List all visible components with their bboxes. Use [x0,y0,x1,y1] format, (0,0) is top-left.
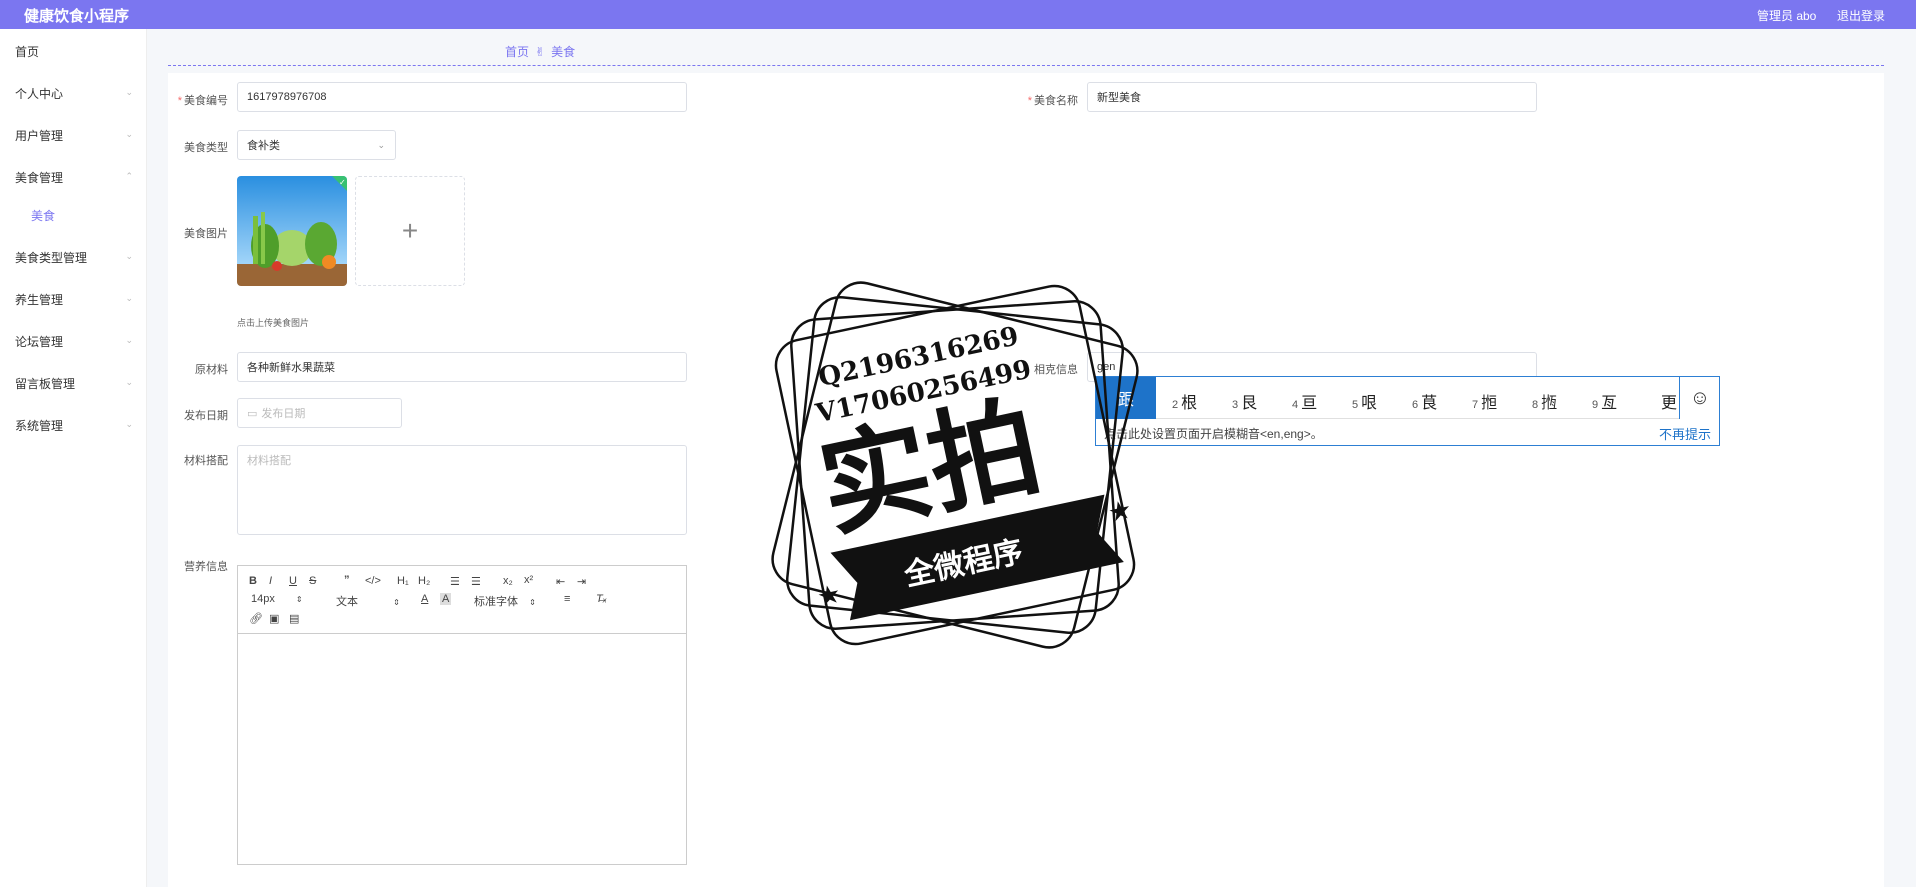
font-family-select[interactable]: 标准字体 ⇕ [474,593,536,609]
pairing-label: 材料搭配 [184,455,228,467]
calendar-icon: ▭ [247,407,258,420]
image-icon[interactable]: ▣ [269,612,279,625]
food-type-label: 美食类型 [184,142,228,154]
nutrition-label: 营养信息 [184,561,228,573]
food-name-label: * 美食名称 [1027,95,1078,107]
food-image-label: 美食图片 [184,228,228,240]
editor-toolbar: B I U S ” </> H₁ H₂ ☰ ☰ x₂ x² ⇤ ⇥ 14px ⇕… [238,566,686,634]
outdent-icon[interactable]: ⇤ [556,575,565,588]
svg-text:✓: ✓ [339,178,346,187]
sidebar-item-forum[interactable]: 论坛管理 ⌄ [15,333,133,350]
code-icon[interactable]: </> [365,575,381,587]
text-style-select[interactable]: 文本 ⇕ [336,593,400,609]
food-no-input[interactable]: 1617978976708 [237,82,687,112]
link-icon[interactable]: 🔗︎ [249,612,263,625]
sidebar-subitem-food[interactable]: 美食 [31,207,55,224]
font-color-icon[interactable]: A [421,593,428,605]
publish-date-input[interactable]: ▭ 发布日期 [237,398,402,428]
upload-tip: 点击上传美食图片 [237,318,310,328]
sidebar-item-personal[interactable]: 个人中心 ⌄ [15,85,133,102]
logout-link[interactable]: 退出登录 [1837,7,1885,24]
ime-candidate-5[interactable]: 5哏 [1352,389,1377,413]
breadcrumb-current: 美食 [551,45,576,59]
chevron-down-icon: ⌄ [125,87,133,97]
breadcrumb-home[interactable]: 首页 [505,43,529,60]
food-image-thumbnail[interactable]: ✓ [237,176,347,286]
sidebar: 首页 个人中心 ⌄ 用户管理 ⌄ 美食管理 ⌃ 美食 美食类型管理 ⌄ 养生管理 ⌄ 论坛… [0,29,147,887]
top-bar: 健康饮食小程序 管理员 abo 退出登录 [0,0,1916,29]
ime-candidate-3[interactable]: 3艮 [1232,389,1257,413]
sidebar-item-home[interactable]: 首页 [15,43,133,60]
ime-candidate-2[interactable]: 2根 [1172,389,1197,413]
font-size-select[interactable]: 14px ⇕ [251,593,303,605]
chevron-down-icon: ⌄ [125,251,133,261]
ime-no-remind-link[interactable]: 不再提示 [1659,424,1711,443]
strikethrough-icon[interactable]: S [309,575,316,587]
ime-candidates: 跟 2根 3艮 4亘 5哏 6茛 7搄 8揯 9亙 更 [1096,377,1679,419]
ime-candidate-9[interactable]: 9亙 [1592,389,1617,413]
indent-icon[interactable]: ⇥ [577,575,586,588]
underline-icon[interactable]: U [289,575,297,587]
pairing-textarea[interactable]: 材料搭配 [237,445,687,535]
add-image-button[interactable]: + [355,176,465,286]
ime-candidate-7[interactable]: 7搄 [1472,389,1497,413]
subscript-icon[interactable]: x₂ [503,575,513,587]
sidebar-item-food-types[interactable]: 美食类型管理 ⌄ [15,249,133,266]
admin-user: 管理员 abo [1757,9,1817,23]
header2-icon[interactable]: H₂ [418,575,430,587]
chevron-down-icon: ⌄ [125,129,133,139]
ingredients-input[interactable]: 各种新鲜水果蔬菜 [237,352,687,382]
publish-date-label: 发布日期 [184,410,228,422]
sidebar-item-messages[interactable]: 留言板管理 ⌄ [15,375,133,392]
bullet-list-icon[interactable]: ☰ [471,575,481,588]
chevron-down-icon: ⌄ [125,293,133,303]
food-no-label: * 美食编号 [177,95,228,107]
italic-icon[interactable]: I [269,575,272,587]
chevron-down-icon: ⌄ [125,377,133,387]
related-label: 相克信息 [1034,364,1078,376]
emoji-icon[interactable]: ☺ [1679,377,1720,419]
ime-candidate-window: 跟 2根 3艮 4亘 5哏 6茛 7搄 8揯 9亙 更 ☺ 点击此处设置页面开启… [1095,376,1720,446]
food-name-input[interactable]: 新型美食 [1087,82,1537,112]
chevron-down-icon: ⌄ [377,140,385,150]
breadcrumb: 首页 ✌ 美食 [505,43,575,60]
chevron-down-icon: ⌄ [125,419,133,429]
video-icon[interactable]: ▤ [289,612,299,625]
chevron-down-icon: ⌄ [125,335,133,345]
editor-body[interactable] [238,634,686,864]
ime-more-button[interactable]: 更 [1661,389,1677,413]
ime-candidate-6[interactable]: 6茛 [1412,389,1437,413]
app-title: 健康饮食小程序 [24,8,130,25]
header1-icon[interactable]: H₁ [397,575,409,587]
clear-format-icon[interactable]: T̶ₓ [596,593,607,605]
blockquote-icon[interactable]: ” [344,574,350,586]
background-color-icon[interactable]: A [440,593,452,605]
ordered-list-icon[interactable]: ☰ [450,575,460,588]
ime-candidate-8[interactable]: 8揯 [1532,389,1557,413]
bold-icon[interactable]: B [249,575,257,587]
ime-candidate-4[interactable]: 4亘 [1292,389,1317,413]
sidebar-item-system[interactable]: 系统管理 ⌄ [15,417,133,434]
align-icon[interactable]: ≡ [564,593,570,605]
superscript-icon[interactable]: x² [524,574,533,586]
ime-hint[interactable]: 点击此处设置页面开启模糊音<en,eng>。 [1104,425,1323,442]
sidebar-item-users[interactable]: 用户管理 ⌄ [15,127,133,144]
ingredients-label: 原材料 [195,364,228,376]
food-type-select[interactable]: 食补类 ⌄ [237,130,396,160]
chevron-up-icon: ⌃ [125,171,133,181]
ime-candidate-1[interactable]: 跟 [1096,377,1156,419]
sidebar-item-food[interactable]: 美食管理 ⌃ [15,169,133,186]
sidebar-item-health[interactable]: 养生管理 ⌄ [15,291,133,308]
hand-icon: ✌ [535,44,546,59]
nutrition-editor: B I U S ” </> H₁ H₂ ☰ ☰ x₂ x² ⇤ ⇥ 14px ⇕… [237,565,687,865]
breadcrumb-divider [168,65,1884,66]
